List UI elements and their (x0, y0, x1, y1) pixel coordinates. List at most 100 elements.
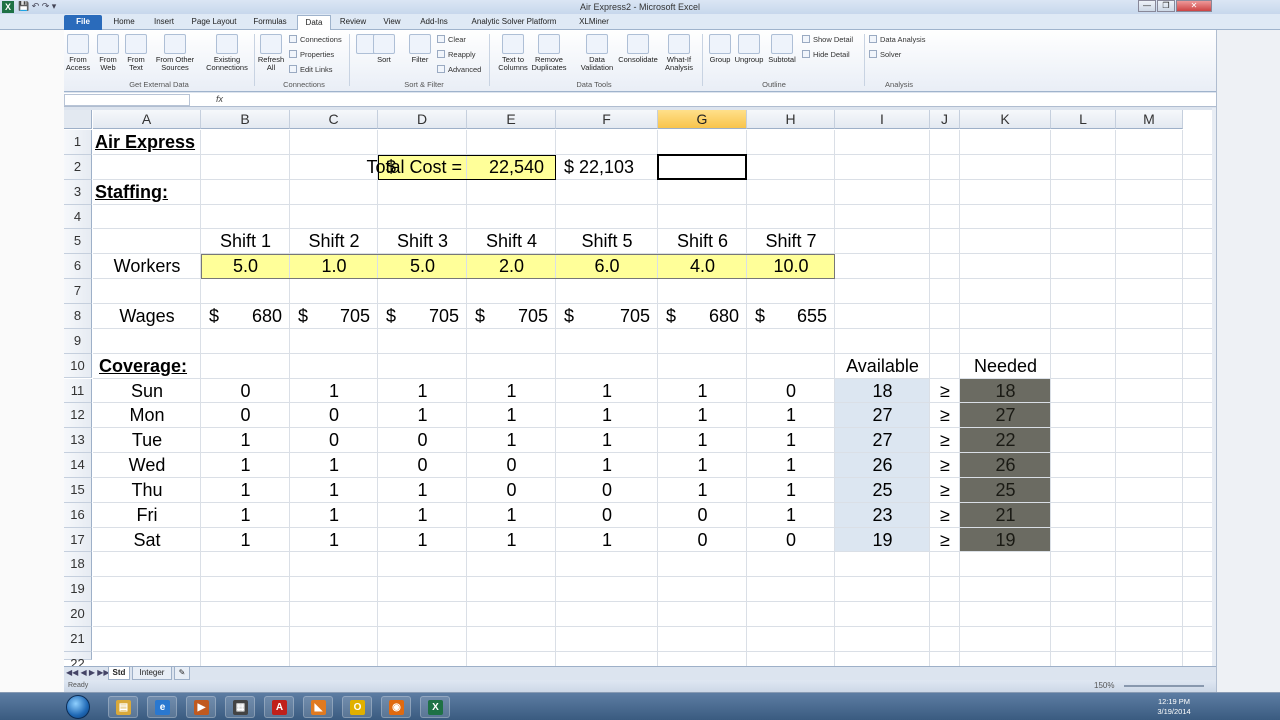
zoom-slider[interactable] (1124, 685, 1204, 687)
sheet-tab-std[interactable]: Std (108, 667, 130, 680)
tab-add-ins[interactable]: Add-Ins (412, 15, 456, 30)
connections-item-1[interactable]: Properties (289, 49, 334, 61)
acrobat-taskbar-button[interactable]: A (264, 696, 294, 718)
select-all-corner[interactable] (64, 110, 92, 129)
name-box[interactable] (64, 94, 190, 106)
row-header-4[interactable]: 4 (64, 204, 92, 230)
coverage-cell-mon-2: 0 (328, 405, 339, 426)
sheet-nav-arrows-icon[interactable]: ◀◀ ◀ ▶ ▶▶ (66, 668, 110, 677)
column-header-j[interactable]: J (930, 110, 960, 129)
row-header-18[interactable]: 18 (64, 552, 92, 578)
row-header-1[interactable]: 1 (64, 130, 92, 155)
firefox-taskbar-button[interactable]: ◉ (381, 696, 411, 718)
row-header-2[interactable]: 2 (64, 154, 92, 180)
matlab-taskbar-button[interactable]: ◣ (303, 696, 333, 718)
outline-button-2[interactable]: Subtotal (766, 34, 798, 64)
column-header-b[interactable]: B (201, 110, 290, 129)
outline-item-0[interactable]: Show Detail (802, 34, 853, 46)
data-tools-button-2[interactable]: Data Validation (578, 34, 616, 72)
data-tools-button-0[interactable]: Text to Columns (494, 34, 532, 72)
row-header-15[interactable]: 15 (64, 477, 92, 503)
column-header-d[interactable]: D (378, 110, 467, 129)
row-header-11[interactable]: 11 (64, 378, 92, 404)
column-header-e[interactable]: E (467, 110, 556, 129)
worksheet-grid[interactable]: A B C D E F G H I J K L M 1 2 3 4 5 6 7 8 9 10 11 12 13 14 15 16 17 18… (64, 110, 1214, 666)
row-header-13[interactable]: 13 (64, 428, 92, 454)
excel-taskbar-button[interactable]: X (420, 696, 450, 718)
sort-button[interactable]: Sort (372, 34, 396, 64)
row-header-5[interactable]: 5 (64, 229, 92, 255)
connections-item-2[interactable]: Edit Links (289, 64, 333, 76)
minimize-button[interactable]: — (1138, 0, 1156, 12)
data-tools-button-1[interactable]: Remove Duplicates (530, 34, 568, 72)
row-header-9[interactable]: 9 (64, 328, 92, 354)
explorer-taskbar-button[interactable]: ▤ (108, 696, 138, 718)
sort-filter-item-2[interactable]: Advanced (437, 64, 481, 76)
analysis-item-0[interactable]: Data Analysis (869, 34, 925, 46)
row-header-19[interactable]: 19 (64, 577, 92, 603)
filter-button[interactable]: Filter (406, 34, 434, 64)
close-button[interactable]: ✕ (1176, 0, 1212, 12)
tab-data[interactable]: Data (297, 15, 331, 31)
row-header-22[interactable]: 22 (64, 651, 92, 666)
row-header-20[interactable]: 20 (64, 602, 92, 627)
tab-file[interactable]: File (64, 15, 102, 30)
row-header-21[interactable]: 21 (64, 627, 92, 652)
tab-review[interactable]: Review (334, 15, 372, 30)
restore-button[interactable]: ❐ (1157, 0, 1175, 12)
get-data-button-2[interactable]: From Text (122, 34, 150, 72)
get-data-button-3[interactable]: From Other Sources (150, 34, 200, 72)
column-header-l[interactable]: L (1051, 110, 1116, 129)
column-header-h[interactable]: H (747, 110, 835, 129)
column-header-k[interactable]: K (960, 110, 1051, 129)
tab-view[interactable]: View (375, 15, 409, 30)
tab-formulas[interactable]: Formulas (246, 15, 294, 30)
coverage-cell-tue-2: 0 (328, 430, 339, 451)
row-header-3[interactable]: 3 (64, 179, 92, 205)
row-header-8[interactable]: 8 (64, 303, 92, 329)
tab-insert[interactable]: Insert (146, 15, 182, 30)
ie-taskbar-button[interactable]: e (147, 696, 177, 718)
column-header-a[interactable]: A (93, 110, 201, 129)
column-header-g[interactable]: G (658, 110, 747, 129)
row-header-10[interactable]: 10 (64, 353, 92, 379)
sheet-tab-integer[interactable]: Integer (132, 667, 172, 680)
zoom-level[interactable]: 150% (1094, 681, 1114, 690)
new-sheet-icon[interactable]: ✎ (174, 667, 190, 680)
tab-xlminer[interactable]: XLMiner (572, 15, 616, 30)
connections-item-0[interactable]: Connections (289, 34, 342, 46)
row-header-14[interactable]: 14 (64, 453, 92, 478)
row-header-16[interactable]: 16 (64, 502, 92, 528)
system-clock[interactable]: 12:19 PM 3/19/2014 (1152, 697, 1196, 717)
row-header-17[interactable]: 17 (64, 527, 92, 553)
active-cell-g2[interactable] (657, 153, 747, 180)
column-header-m[interactable]: M (1116, 110, 1183, 129)
outlook-taskbar-button[interactable]: O (342, 696, 372, 718)
vertical-scrollbar[interactable] (1212, 108, 1216, 666)
data-tools-button-3[interactable]: Consolidate (616, 34, 660, 64)
row-header-6[interactable]: 6 (64, 254, 92, 280)
column-header-f[interactable]: F (556, 110, 658, 129)
column-header-i[interactable]: I (835, 110, 930, 129)
tab-page-layout[interactable]: Page Layout (185, 15, 243, 30)
coverage-cell-mon-5: 1 (601, 405, 612, 426)
refresh-all-button[interactable]: Refresh All (256, 34, 286, 72)
fx-icon[interactable]: fx (216, 94, 223, 104)
data-tools-button-4[interactable]: What-If Analysis (660, 34, 698, 72)
get-data-button-4[interactable]: Existing Connections (204, 34, 250, 72)
sort-filter-item-0[interactable]: Clear (437, 34, 466, 46)
tab-home[interactable]: Home (105, 15, 143, 30)
windows-taskbar-button[interactable]: ▦ (225, 696, 255, 718)
row-header-7[interactable]: 7 (64, 279, 92, 304)
tab-analytic-solver-platform[interactable]: Analytic Solver Platform (460, 15, 568, 30)
outline-item-1[interactable]: Hide Detail (802, 49, 850, 61)
start-orb-icon[interactable] (66, 695, 90, 719)
get-data-button-0[interactable]: From Access (64, 34, 92, 72)
column-header-c[interactable]: C (290, 110, 378, 129)
get-data-button-1[interactable]: From Web (94, 34, 122, 72)
sort-filter-item-1[interactable]: Reapply (437, 49, 476, 61)
media-player-taskbar-button[interactable]: ▶ (186, 696, 216, 718)
row-header-12[interactable]: 12 (64, 403, 92, 429)
outline-button-1[interactable]: Ungroup (732, 34, 766, 64)
analysis-item-1[interactable]: Solver (869, 49, 901, 61)
